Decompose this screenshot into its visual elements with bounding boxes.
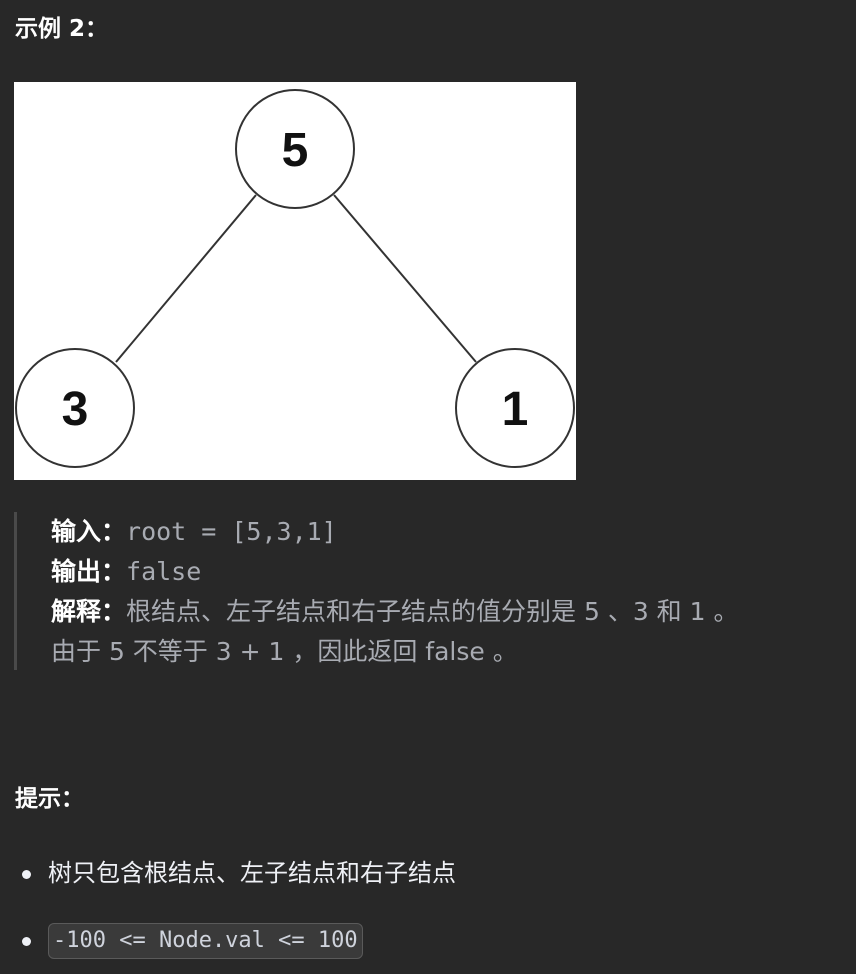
output-value: false	[126, 557, 202, 586]
edge-root-right	[333, 194, 477, 363]
explanation-line: 解释：根结点、左子结点和右子结点的值分别是 5 、3 和 1 。	[51, 592, 738, 632]
node-right-label: 1	[502, 383, 529, 436]
node-left-label: 3	[62, 383, 89, 436]
tree-diagram: 5 3 1	[14, 82, 576, 480]
explanation-text: 根结点、左子结点和右子结点的值分别是 5 、3 和 1 。	[126, 597, 739, 626]
hint-text: 树只包含根结点、左子结点和右子结点	[48, 859, 456, 887]
hint-list-item: 树只包含根结点、左子结点和右子结点	[18, 855, 456, 891]
output-label: 输出：	[51, 557, 127, 586]
input-label: 输入：	[51, 517, 127, 546]
bullet-icon	[22, 869, 31, 879]
example-io-block: 输入：root = [5,3,1] 输出：false 解释：根结点、左子结点和右…	[14, 512, 856, 670]
bullet-icon	[22, 936, 31, 946]
edge-root-left	[115, 194, 257, 363]
explanation-label: 解释：	[51, 597, 127, 626]
explanation-text-2: 由于 5 不等于 3 + 1 ，因此返回 false 。	[51, 637, 518, 666]
example-heading: 示例 2：	[15, 16, 109, 42]
explanation-line-2: 由于 5 不等于 3 + 1 ，因此返回 false 。	[51, 632, 518, 672]
node-root-label: 5	[282, 124, 309, 177]
input-value: root = [5,3,1]	[126, 517, 337, 546]
hints-heading: 提示：	[15, 786, 84, 812]
hint-list-item: -100 <= Node.val <= 100	[18, 922, 363, 959]
output-line: 输出：false	[51, 552, 201, 592]
inline-code: -100 <= Node.val <= 100	[48, 923, 363, 959]
input-line: 输入：root = [5,3,1]	[51, 512, 337, 552]
